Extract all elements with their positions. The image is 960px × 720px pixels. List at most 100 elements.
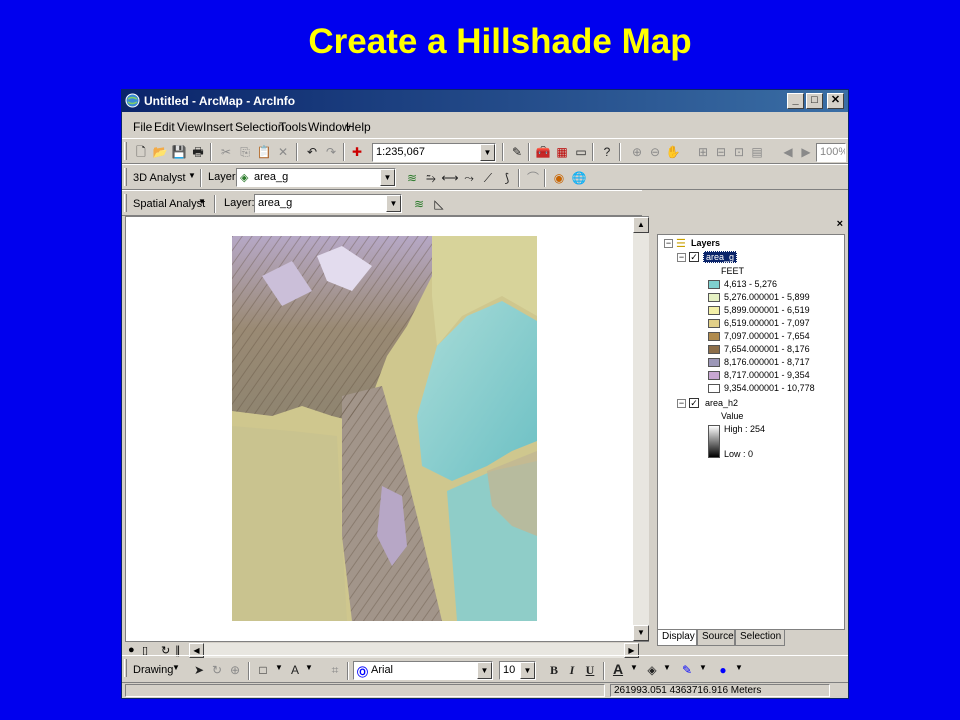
arccatalog-icon[interactable]: ▦ (553, 143, 571, 161)
profile-graph-icon[interactable]: ⌒ (524, 169, 542, 187)
add-data-icon[interactable]: ✚ (348, 143, 366, 161)
page-icon[interactable]: ▤ (748, 143, 766, 161)
chevron-down-icon[interactable]: ▼ (386, 195, 401, 212)
close-button[interactable]: ✕ (827, 93, 844, 109)
select-elements-icon[interactable]: ➤ (190, 661, 208, 679)
chevron-down-icon[interactable]: ▼ (380, 169, 395, 186)
zoom-out-icon[interactable]: ⊖ (646, 143, 664, 161)
arcglobe-icon[interactable]: 🌐 (570, 169, 588, 187)
chevron-down-icon[interactable]: ▼ (188, 171, 196, 180)
paste-icon[interactable]: 📋 (255, 143, 273, 161)
undo-icon[interactable]: ↶ (303, 143, 321, 161)
new-text-icon[interactable]: A (286, 661, 304, 679)
spatial-analyst-menu[interactable]: Spatial Analyst (133, 198, 205, 210)
line-of-sight-icon[interactable]: ⟷ (441, 169, 459, 187)
3d-analyst-menu[interactable]: 3D Analyst (133, 172, 186, 184)
menu-selection[interactable]: Selection (235, 120, 284, 134)
window-titlebar[interactable]: Untitled - ArcMap - ArcInfo _ □ ✕ (122, 90, 848, 112)
underline-button[interactable]: U (581, 661, 599, 679)
menu-tools[interactable]: Tools (279, 120, 307, 134)
save-icon[interactable]: 💾 (170, 143, 188, 161)
layer-visibility-checkbox[interactable]: ✓ (689, 252, 699, 262)
chevron-down-icon[interactable]: ▼ (172, 663, 180, 672)
interpolate-point-icon[interactable]: ⤳ (460, 169, 478, 187)
arcscene-icon[interactable]: ◉ (550, 169, 568, 187)
whats-this-icon[interactable]: ? (598, 143, 616, 161)
contour-icon[interactable]: ≋ (410, 195, 428, 213)
font-size-combo[interactable]: 10 ▼ (499, 661, 536, 680)
minimize-button[interactable]: _ (787, 93, 804, 109)
rotate-icon[interactable]: ↻ (208, 661, 226, 679)
open-icon[interactable]: 📂 (151, 143, 169, 161)
edit-vertices-icon[interactable]: ⌗ (326, 661, 344, 679)
chevron-down-icon[interactable]: ▼ (699, 663, 707, 672)
tab-source[interactable]: Source (697, 630, 735, 646)
toolbar-grip[interactable] (124, 659, 127, 677)
create-contours-icon[interactable]: ≋ (403, 169, 421, 187)
menu-help[interactable]: Help (346, 120, 371, 134)
menu-edit[interactable]: Edit (154, 120, 175, 134)
new-icon[interactable]: 🗋 (132, 143, 150, 161)
collapse-icon[interactable]: − (677, 399, 686, 408)
scroll-up-icon[interactable]: ▲ (633, 217, 649, 233)
chevron-down-icon[interactable]: ▼ (520, 662, 535, 679)
window-icon[interactable]: ▭ (572, 143, 590, 161)
map-vertical-scrollbar[interactable]: ▲ ▼ (633, 217, 649, 641)
tab-display[interactable]: Display (657, 630, 697, 646)
cut-icon[interactable]: ✂ (217, 143, 235, 161)
menu-view[interactable]: View (177, 120, 203, 134)
interpolate-line-icon[interactable]: ⟋ (479, 169, 497, 187)
steepest-path-icon[interactable]: ⥲ (422, 169, 440, 187)
toolbar-grip[interactable] (124, 168, 127, 186)
zoom-whole-page-icon[interactable]: ⊕ (226, 661, 244, 679)
arctoolbox-icon[interactable]: 🧰 (534, 143, 552, 161)
chevron-down-icon[interactable]: ▼ (630, 663, 638, 672)
close-icon[interactable]: × (837, 218, 843, 230)
fill-color-icon[interactable]: ◈ (643, 661, 661, 679)
font-color-button[interactable]: A (609, 660, 627, 678)
histogram-icon[interactable]: ◺ (430, 195, 448, 213)
fixed-zoom-in-icon[interactable]: ⊞ (694, 143, 712, 161)
copy-icon[interactable]: ⎘ (236, 143, 254, 161)
marker-color-icon[interactable]: ● (714, 661, 732, 679)
map-scale-combo[interactable]: 1:235,067 ▼ (372, 143, 496, 162)
menu-window[interactable]: Window (308, 120, 351, 134)
zoom-in-icon[interactable]: ⊕ (628, 143, 646, 161)
next-extent-icon[interactable]: ▶ (797, 143, 815, 161)
maximize-button[interactable]: □ (806, 93, 823, 109)
chevron-down-icon[interactable]: ▼ (198, 197, 206, 206)
resize-grip-icon[interactable] (832, 684, 846, 697)
layer-name-area-g[interactable]: area_g (703, 251, 738, 263)
chevron-down-icon[interactable]: ▼ (477, 662, 492, 679)
drawing-menu[interactable]: Drawing (133, 664, 173, 676)
bold-button[interactable]: B (545, 661, 563, 679)
pan-icon[interactable]: ✋ (664, 143, 682, 161)
zoom-percent-combo[interactable]: 100% (816, 143, 846, 162)
interpolate-polygon-icon[interactable]: ⟆ (498, 169, 516, 187)
layer-visibility-checkbox[interactable]: ✓ (689, 398, 699, 408)
collapse-icon[interactable]: − (677, 253, 686, 262)
chevron-down-icon[interactable]: ▼ (663, 663, 671, 672)
layer-name-area-h2[interactable]: area_h2 (705, 398, 738, 408)
toc-root-layers[interactable]: Layers (691, 238, 720, 248)
line-color-icon[interactable]: ✎ (678, 661, 696, 679)
italic-button[interactable]: I (563, 661, 581, 679)
redo-icon[interactable]: ↷ (322, 143, 340, 161)
previous-extent-icon[interactable]: ◀ (779, 143, 797, 161)
spatial-layer-combo[interactable]: area_g ▼ (254, 194, 402, 213)
print-icon[interactable]: 🖶 (189, 143, 207, 161)
map-view[interactable]: ▲ ▼ (125, 216, 649, 642)
menu-insert[interactable]: Insert (203, 120, 233, 134)
fixed-zoom-out-icon[interactable]: ⊟ (712, 143, 730, 161)
toolbar-grip[interactable] (124, 194, 127, 212)
3d-layer-combo[interactable]: ◈ area_g ▼ (236, 168, 396, 187)
scroll-down-icon[interactable]: ▼ (633, 625, 649, 641)
toolbar-grip[interactable] (124, 142, 127, 160)
tab-selection[interactable]: Selection (735, 630, 785, 646)
chevron-down-icon[interactable]: ▼ (735, 663, 743, 672)
menu-file[interactable]: File (133, 120, 152, 134)
font-combo[interactable]: Ⓞ Arial ▼ (353, 661, 493, 680)
chevron-down-icon[interactable]: ▼ (480, 144, 495, 161)
editor-icon[interactable]: ✎ (508, 143, 526, 161)
chevron-down-icon[interactable]: ▼ (275, 663, 283, 672)
